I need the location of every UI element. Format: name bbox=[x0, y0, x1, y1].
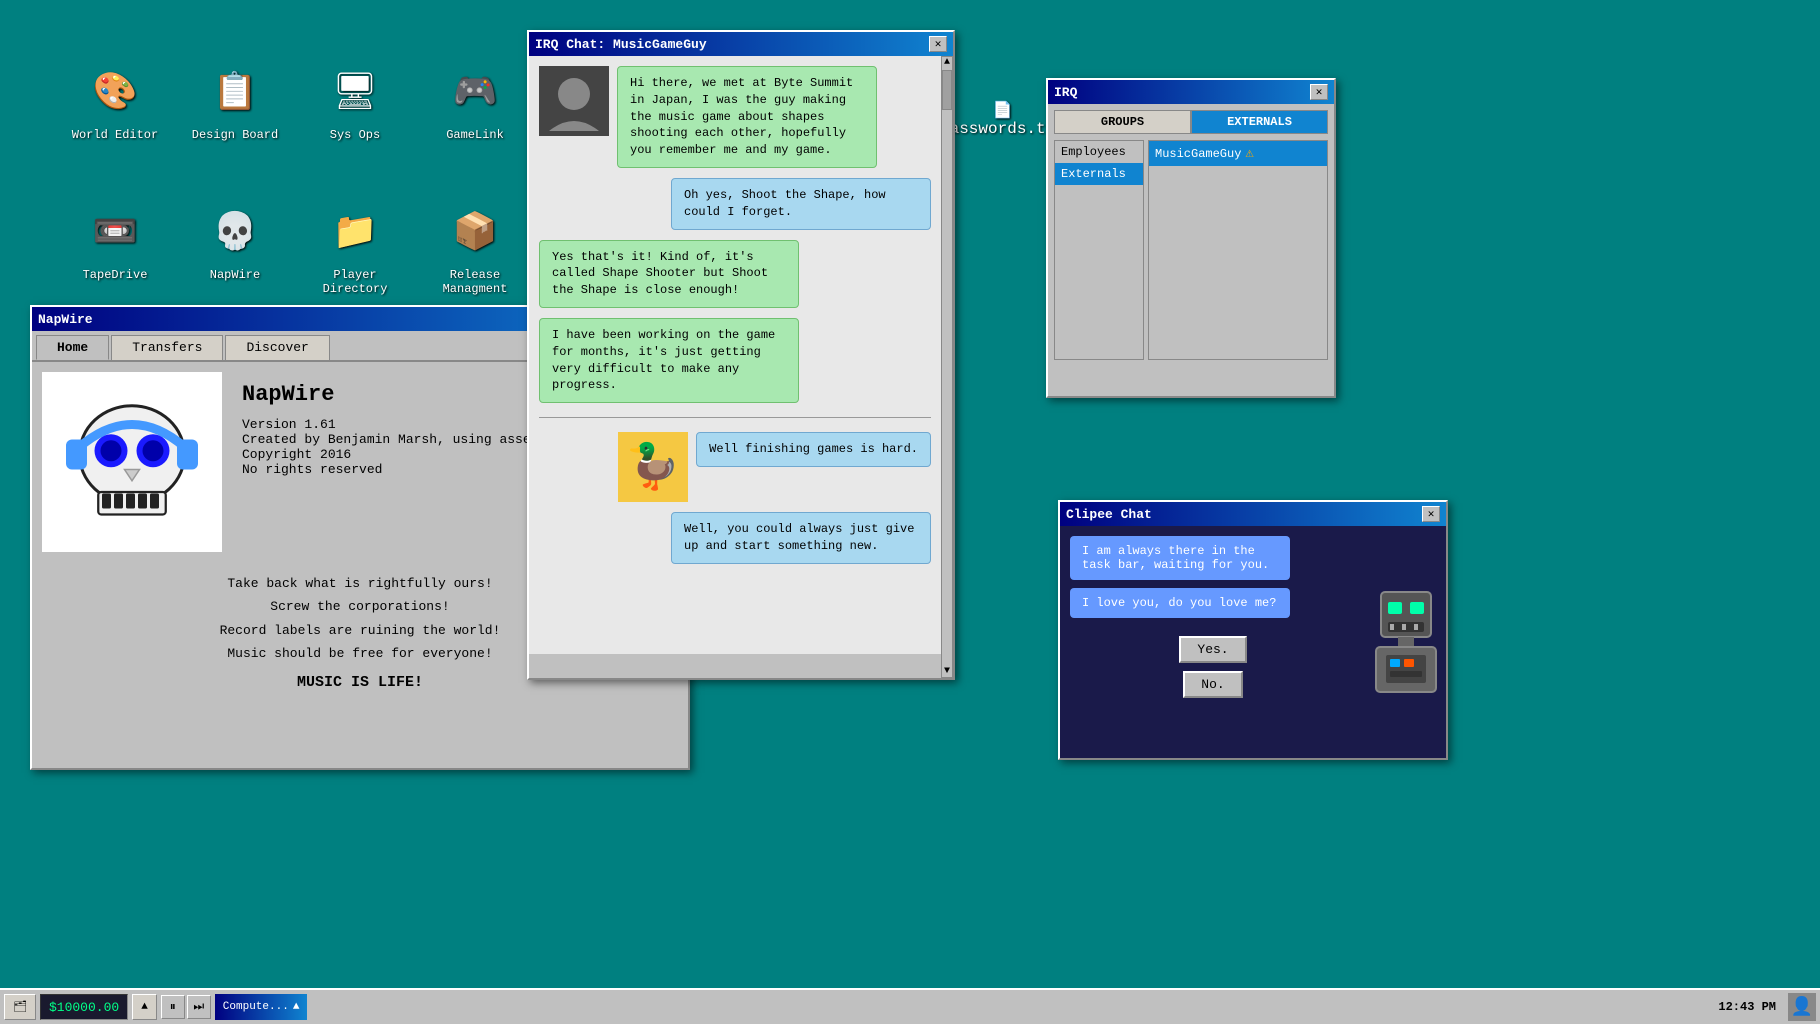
pause-btn[interactable]: ⏸ bbox=[161, 995, 185, 1019]
irq-users-list: MusicGameGuy ⚠ bbox=[1148, 140, 1328, 360]
chat-row-5: Well finishing games is hard. 🦆 bbox=[539, 432, 931, 502]
irq-titlebar[interactable]: IRQ ✕ bbox=[1048, 80, 1334, 104]
chat-row-6: Well, you could always just give up and … bbox=[539, 512, 931, 564]
compute-label: Compute... bbox=[223, 1001, 289, 1013]
irq-title: IRQ bbox=[1054, 85, 1310, 100]
tapedrive-img: 📼 bbox=[83, 200, 147, 264]
player-directory-label: Player Directory bbox=[300, 268, 410, 296]
clipee-buttons: Yes. No. bbox=[1070, 626, 1356, 708]
tab-discover[interactable]: Discover bbox=[225, 335, 329, 360]
irq-tab-externals[interactable]: EXTERNALS bbox=[1191, 110, 1328, 134]
clipee-close-btn[interactable]: ✕ bbox=[1422, 506, 1440, 522]
desktop-icons-row1: 🎨 World Editor 📋 Design Board 🖥 Sys Ops … bbox=[60, 60, 530, 330]
gamelink-label: GameLink bbox=[446, 128, 504, 142]
clipee-bubble-2: I love you, do you love me? bbox=[1070, 588, 1290, 618]
taskbar-money: $10000.00 bbox=[40, 994, 128, 1020]
clipee-yes-btn[interactable]: Yes. bbox=[1179, 636, 1246, 663]
chat-avatar-1 bbox=[539, 66, 609, 136]
chat-bubble-5: Well finishing games is hard. bbox=[696, 432, 931, 467]
chat-bubble-1: Hi there, we met at Byte Summit in Japan… bbox=[617, 66, 877, 168]
tapedrive-label: TapeDrive bbox=[83, 268, 148, 282]
chat-divider bbox=[539, 417, 931, 418]
irq-group-employees[interactable]: Employees bbox=[1055, 141, 1143, 163]
taskbar-time: 12:43 PM bbox=[1710, 998, 1784, 1016]
design-board-label: Design Board bbox=[192, 128, 278, 142]
napwire-desktop-img: 💀 bbox=[203, 200, 267, 264]
chat-row-3: Yes that's it! Kind of, it's called Shap… bbox=[539, 240, 931, 308]
sys-ops-label: Sys Ops bbox=[330, 128, 380, 142]
irq-chat-messages[interactable]: Hi there, we met at Byte Summit in Japan… bbox=[529, 56, 941, 654]
player-directory-img: 📁 bbox=[323, 200, 387, 264]
clipee-window: Clipee Chat ✕ I am always there in the t… bbox=[1058, 500, 1448, 760]
design-board-icon[interactable]: 📋 Design Board bbox=[180, 60, 290, 190]
chat-scrollbar[interactable]: ▲ ▼ bbox=[941, 56, 953, 678]
irq-user-musicgameguy[interactable]: MusicGameGuy ⚠ bbox=[1149, 141, 1327, 166]
clipee-title: Clipee Chat bbox=[1066, 507, 1422, 522]
irq-chat-titlebar[interactable]: IRQ Chat: MusicGameGuy ✕ bbox=[529, 32, 953, 56]
tab-home[interactable]: Home bbox=[36, 335, 109, 360]
warning-icon: ⚠ bbox=[1245, 145, 1253, 162]
clipee-titlebar[interactable]: Clipee Chat ✕ bbox=[1060, 502, 1446, 526]
clipee-messages: I am always there in the task bar, waiti… bbox=[1060, 526, 1366, 758]
irq-chat-title: IRQ Chat: MusicGameGuy bbox=[535, 37, 929, 52]
irq-close-btn[interactable]: ✕ bbox=[1310, 84, 1328, 100]
chat-bubble-2: Oh yes, Shoot the Shape, how could I for… bbox=[671, 178, 931, 230]
sys-ops-img: 🖥 bbox=[323, 60, 387, 124]
irq-window: IRQ ✕ GROUPS EXTERNALS Employees Externa… bbox=[1046, 78, 1336, 398]
irq-groups-list: Employees Externals bbox=[1054, 140, 1144, 360]
taskbar-compute[interactable]: Compute... ▲ bbox=[215, 994, 308, 1020]
gamelink-img: 🎮 bbox=[443, 60, 507, 124]
irq-tab-bar: GROUPS EXTERNALS bbox=[1054, 110, 1328, 134]
taskbar-money-up[interactable]: ▲ bbox=[132, 994, 157, 1020]
chat-bubble-4: I have been working on the game for mont… bbox=[539, 318, 799, 403]
chat-row-4: I have been working on the game for mont… bbox=[539, 318, 931, 403]
taskbar: 🗂 $10000.00 ▲ ⏸ ⏭ Compute... ▲ 12:43 PM … bbox=[0, 988, 1820, 1024]
release-management-label: Release Managment bbox=[420, 268, 530, 296]
compute-arrow: ▲ bbox=[293, 1001, 300, 1013]
irq-tab-groups[interactable]: GROUPS bbox=[1054, 110, 1191, 134]
duck-avatar: 🦆 bbox=[618, 432, 688, 502]
chat-bubble-6: Well, you could always just give up and … bbox=[671, 512, 931, 564]
gamelink-icon[interactable]: 🎮 GameLink bbox=[420, 60, 530, 190]
taskbar-media-controls: ⏸ ⏭ bbox=[161, 995, 211, 1019]
napwire-logo bbox=[42, 372, 222, 552]
sys-ops-icon[interactable]: 🖥 Sys Ops bbox=[300, 60, 410, 190]
irq-chat-body: Hi there, we met at Byte Summit in Japan… bbox=[529, 56, 953, 678]
clipee-bubble-1: I am always there in the task bar, waiti… bbox=[1070, 536, 1290, 580]
world-editor-label: World Editor bbox=[72, 128, 158, 142]
release-management-img: 📦 bbox=[443, 200, 507, 264]
world-editor-img: 🎨 bbox=[83, 60, 147, 124]
clipee-avatar bbox=[1366, 526, 1446, 758]
irq-groups-panel: Employees Externals MusicGameGuy ⚠ bbox=[1054, 140, 1328, 360]
irq-user-label: MusicGameGuy bbox=[1155, 147, 1241, 161]
napwire-desktop-label: NapWire bbox=[210, 268, 260, 282]
irq-chat-close-btn[interactable]: ✕ bbox=[929, 36, 947, 52]
world-editor-icon[interactable]: 🎨 World Editor bbox=[60, 60, 170, 190]
clipee-no-btn[interactable]: No. bbox=[1183, 671, 1243, 698]
tab-transfers[interactable]: Transfers bbox=[111, 335, 223, 360]
clipee-content: I am always there in the task bar, waiti… bbox=[1060, 526, 1446, 758]
irq-group-externals[interactable]: Externals bbox=[1055, 163, 1143, 185]
design-board-img: 📋 bbox=[203, 60, 267, 124]
irq-content: GROUPS EXTERNALS Employees Externals Mus… bbox=[1048, 104, 1334, 366]
chat-row-1: Hi there, we met at Byte Summit in Japan… bbox=[539, 66, 931, 168]
irq-chat-window: IRQ Chat: MusicGameGuy ✕ Hi there, we me… bbox=[527, 30, 955, 680]
skip-btn[interactable]: ⏭ bbox=[187, 995, 211, 1019]
taskbar-file-icon[interactable]: 🗂 bbox=[4, 994, 36, 1020]
taskbar-avatar: 👤 bbox=[1788, 993, 1816, 1021]
chat-bubble-3: Yes that's it! Kind of, it's called Shap… bbox=[539, 240, 799, 308]
chat-row-2: Oh yes, Shoot the Shape, how could I for… bbox=[539, 178, 931, 230]
